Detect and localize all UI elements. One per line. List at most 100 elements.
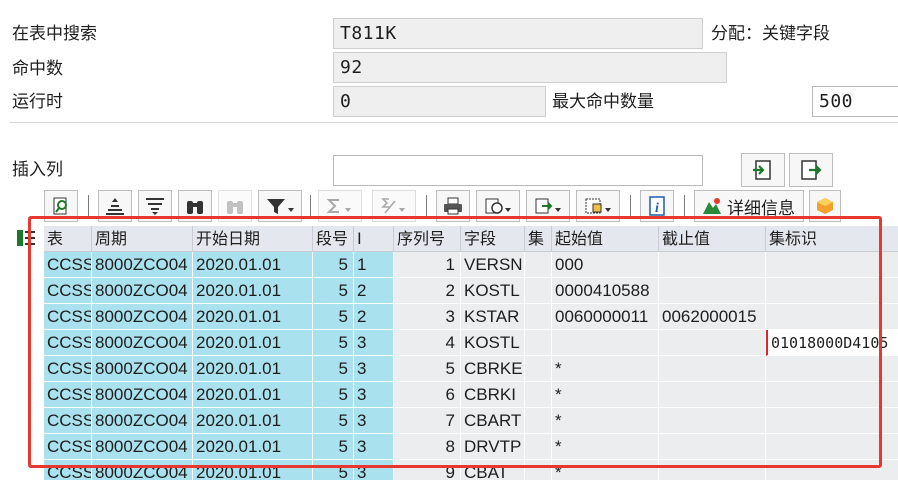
cell-i: 2	[354, 304, 394, 330]
find-icon	[53, 197, 67, 215]
cell-seq-no: 3	[394, 304, 461, 330]
cell-seq-no: 1	[394, 252, 461, 278]
column-header-i[interactable]: I	[354, 226, 394, 252]
cell-set-id	[766, 382, 898, 408]
cell-from-value: *	[552, 460, 659, 480]
column-header-period[interactable]: 周期	[92, 226, 193, 252]
svg-text:i: i	[655, 201, 659, 216]
cell-field: KOSTL	[461, 278, 525, 304]
cell-field: KOSTL	[461, 330, 525, 356]
sort-descending-button[interactable]	[138, 190, 172, 222]
find-button[interactable]	[44, 190, 78, 222]
table-row[interactable]: CCSS 8000ZCO04 2020.01.01 5 2 2 KOSTL 000041058…	[44, 278, 898, 304]
hit-count-label: 命中数	[12, 59, 63, 79]
sum-button[interactable]	[318, 190, 362, 222]
cell-segment: 5	[313, 252, 354, 278]
cell-start-date: 2020.01.01	[193, 252, 313, 278]
cell-period: 8000ZCO04	[92, 278, 193, 304]
cell-i: 3	[354, 434, 394, 460]
cell-set-id	[766, 460, 898, 480]
column-header-seq-no[interactable]: 序列号	[394, 226, 461, 252]
export-button[interactable]	[526, 190, 570, 222]
search-table-field[interactable]: T811K	[333, 18, 703, 49]
table-row[interactable]: CCSS 8000ZCO04 2020.01.01 5 3 7 CBART *	[44, 408, 898, 434]
insert-column-label: 插入列	[12, 160, 63, 180]
info-icon: i	[649, 196, 665, 216]
cell-set-id	[766, 408, 898, 434]
sort-ascending-icon	[106, 198, 124, 215]
info-button[interactable]: i	[640, 190, 674, 222]
cell-to-value	[659, 408, 766, 434]
cell-period: 8000ZCO04	[92, 252, 193, 278]
cell-from-value: *	[552, 434, 659, 460]
table-row[interactable]: CCSS 8000ZCO04 2020.01.01 5 3 4 KOSTL 01018000D…	[44, 330, 898, 356]
cell-i: 3	[354, 408, 394, 434]
cell-segment: 5	[313, 278, 354, 304]
table-row[interactable]: CCSS 8000ZCO04 2020.01.01 5 1 1 VERSN 000	[44, 252, 898, 278]
cell-set-id	[766, 252, 898, 278]
hit-count-field: 92	[333, 52, 727, 83]
details-button[interactable]: 详细信息	[694, 190, 804, 222]
cell-set	[525, 460, 552, 480]
column-header-field[interactable]: 字段	[461, 226, 525, 252]
cell-period: 8000ZCO04	[92, 330, 193, 356]
binoculars-button[interactable]	[178, 190, 212, 222]
insert-column-field[interactable]	[333, 155, 703, 186]
table-row[interactable]: CCSS 8000ZCO04 2020.01.01 5 3 9 CBAT *	[44, 460, 898, 480]
cell-to-value	[659, 460, 766, 480]
views-button[interactable]	[476, 190, 520, 222]
cell-segment: 5	[313, 460, 354, 480]
cell-table: CCSS	[44, 434, 92, 460]
binoculars-next-icon	[227, 201, 243, 214]
insert-column-button[interactable]	[741, 153, 785, 187]
cell-field: CBRKI	[461, 382, 525, 408]
print-button[interactable]	[436, 190, 470, 222]
table-row[interactable]: CCSS 8000ZCO04 2020.01.01 5 3 8 DRVTP *	[44, 434, 898, 460]
cell-from-value: *	[552, 382, 659, 408]
max-hits-field[interactable]: 500	[812, 86, 898, 117]
table-row[interactable]: CCSS 8000ZCO04 2020.01.01 5 2 3 KSTAR 006000001…	[44, 304, 898, 330]
binoculars-icon	[187, 201, 203, 214]
cell-period: 8000ZCO04	[92, 382, 193, 408]
abc-button[interactable]	[809, 190, 841, 222]
cell-start-date: 2020.01.01	[193, 434, 313, 460]
cell-to-value	[659, 252, 766, 278]
column-settings-icon[interactable]	[16, 229, 36, 247]
cell-period: 8000ZCO04	[92, 460, 193, 480]
cell-segment: 5	[313, 434, 354, 460]
table-row[interactable]: CCSS 8000ZCO04 2020.01.01 5 3 5 CBRKE *	[44, 356, 898, 382]
table-header: 表周期 开始日期 段号 I 序列号 字段集起始值 截止值 集标识	[44, 226, 898, 252]
cell-set	[525, 278, 552, 304]
column-header-set[interactable]: 集	[525, 226, 552, 252]
column-header-table[interactable]: 表	[44, 226, 92, 252]
table-row[interactable]: CCSS 8000ZCO04 2020.01.01 5 3 6 CBRKI *	[44, 382, 898, 408]
column-header-to-value[interactable]: 截止值	[659, 226, 766, 252]
cell-set	[525, 304, 552, 330]
delete-column-icon	[801, 160, 822, 180]
cell-start-date: 2020.01.01	[193, 278, 313, 304]
column-header-start-date[interactable]: 开始日期	[193, 226, 313, 252]
runtime-field: 0	[333, 86, 546, 117]
column-header-set-id[interactable]: 集标识	[766, 226, 898, 252]
cell-segment: 5	[313, 382, 354, 408]
column-header-from-value[interactable]: 起始值	[552, 226, 659, 252]
abc-icon	[817, 198, 833, 214]
cell-set-id	[766, 356, 898, 382]
cell-set-id	[766, 434, 898, 460]
cell-to-value	[659, 330, 766, 356]
binoculars-next-button[interactable]	[218, 190, 252, 222]
cell-from-value: *	[552, 356, 659, 382]
cell-start-date: 2020.01.01	[193, 408, 313, 434]
sort-ascending-button[interactable]	[98, 190, 132, 222]
cell-table: CCSS	[44, 252, 92, 278]
insert-column-icon	[753, 160, 771, 180]
layout-button[interactable]	[576, 190, 620, 222]
delete-column-button[interactable]	[789, 153, 833, 187]
cell-set-id	[766, 304, 898, 330]
filter-button[interactable]	[258, 190, 302, 222]
cell-start-date: 2020.01.01	[193, 382, 313, 408]
column-header-segment[interactable]: 段号	[313, 226, 354, 252]
subtotal-button[interactable]	[372, 190, 416, 222]
search-table-label: 在表中搜索	[12, 24, 97, 44]
cell-set	[525, 330, 552, 356]
